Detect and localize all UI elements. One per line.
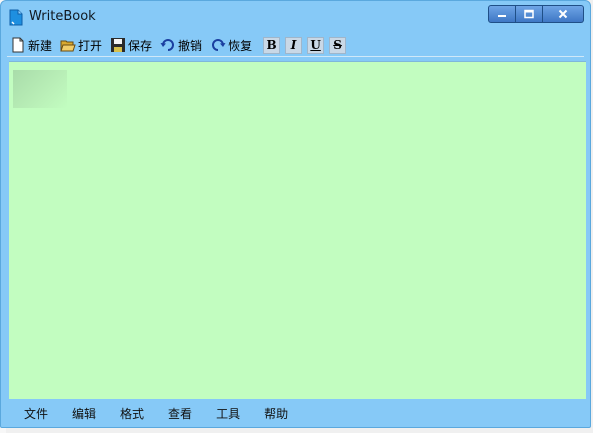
image-thumbnail bbox=[13, 70, 67, 108]
window-controls bbox=[488, 5, 584, 23]
menu-tools[interactable]: 工具 bbox=[202, 405, 250, 422]
strikethrough-button[interactable]: S bbox=[329, 36, 347, 54]
menu-edit[interactable]: 编辑 bbox=[58, 405, 106, 422]
save-disk-icon bbox=[111, 38, 126, 52]
menu-file[interactable]: 文件 bbox=[9, 405, 58, 422]
open-folder-icon bbox=[60, 40, 76, 52]
menu-help[interactable]: 帮助 bbox=[250, 405, 298, 422]
save-button[interactable]: 保存 bbox=[107, 35, 155, 55]
window-title: WriteBook bbox=[29, 9, 96, 24]
toolbar: 新建 打开 保存 撤销 恢复 B I U S bbox=[7, 34, 584, 57]
close-button[interactable] bbox=[543, 5, 584, 23]
title-bar[interactable]: WriteBook bbox=[1, 1, 590, 31]
new-label: 新建 bbox=[28, 38, 53, 53]
text-editor-area[interactable] bbox=[9, 61, 586, 399]
app-window: WriteBook 新建 打开 保存 撤销 恢复 B I U S 文件 编辑 格… bbox=[0, 0, 591, 428]
menu-view[interactable]: 查看 bbox=[154, 405, 202, 422]
maximize-button[interactable] bbox=[516, 5, 543, 23]
minimize-icon bbox=[498, 15, 506, 17]
document-icon bbox=[9, 9, 23, 26]
redo-button[interactable]: 恢复 bbox=[207, 35, 255, 55]
minimize-button[interactable] bbox=[488, 5, 516, 23]
redo-label: 恢复 bbox=[228, 38, 253, 53]
open-label: 打开 bbox=[78, 38, 103, 53]
maximize-icon bbox=[524, 9, 534, 19]
bold-button[interactable]: B bbox=[263, 36, 281, 54]
redo-icon bbox=[212, 39, 226, 51]
italic-button[interactable]: I bbox=[285, 36, 303, 54]
menu-bar: 文件 编辑 格式 查看 工具 帮助 bbox=[9, 402, 586, 424]
open-button[interactable]: 打开 bbox=[57, 35, 105, 55]
save-label: 保存 bbox=[128, 38, 153, 53]
underline-button[interactable]: U bbox=[307, 36, 325, 54]
undo-label: 撤销 bbox=[178, 38, 203, 53]
new-file-icon bbox=[12, 37, 24, 53]
undo-button[interactable]: 撤销 bbox=[157, 35, 205, 55]
undo-icon bbox=[160, 39, 175, 51]
menu-format[interactable]: 格式 bbox=[106, 405, 154, 422]
new-button[interactable]: 新建 bbox=[7, 35, 55, 55]
close-icon bbox=[558, 9, 568, 19]
